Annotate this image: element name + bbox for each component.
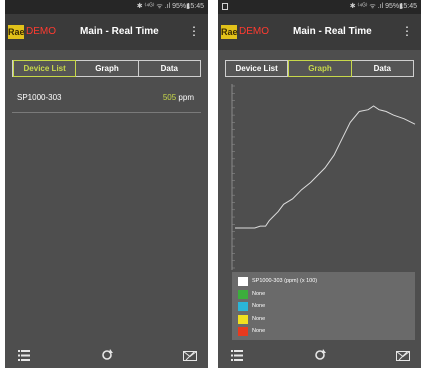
status-icons: ✱ ⁽⁴ᴳ⁾ ᯤ .ıl 95%▮ <box>136 3 190 10</box>
device-reading: 505 ppm <box>163 93 194 102</box>
status-time: 15:45 <box>186 3 204 10</box>
mail-icon[interactable] <box>396 351 410 363</box>
app-bar: Rae DEMO Main - Real Time ⋮ <box>218 14 421 50</box>
tab-graph[interactable]: Graph <box>288 60 352 77</box>
tab-data[interactable]: Data <box>139 61 200 76</box>
legend-label: None <box>252 303 266 309</box>
list-item[interactable]: SP1000-303 505 ppm <box>12 88 201 113</box>
tab-device-list[interactable]: Device List <box>226 61 289 76</box>
legend-label: None <box>252 328 266 334</box>
legend-swatch <box>238 315 248 324</box>
device-reading-unit: ppm <box>176 93 194 102</box>
notification-icon <box>222 3 228 10</box>
rae-logo: Rae <box>8 25 25 39</box>
status-icons: ✱ ⁽⁴ᴳ⁾ ᯤ .ıl 95%▮ <box>349 3 403 10</box>
mail-icon[interactable] <box>183 351 197 363</box>
rae-logo: Rae <box>221 25 238 39</box>
phone-device-list-screen: ✱ ⁽⁴ᴳ⁾ ᯤ .ıl 95%▮ 15:45 Rae DEMO Main - … <box>5 0 208 368</box>
series-line-sp1000-303 <box>235 105 416 229</box>
chart-legend: SP1000-303 (ppm) (x 100) None None None … <box>232 272 415 340</box>
bottom-bar <box>218 346 421 368</box>
device-reading-value: 505 <box>162 93 177 102</box>
device-name: SP1000-303 <box>17 93 62 102</box>
demo-label: DEMO <box>239 26 269 37</box>
status-bar: ✱ ⁽⁴ᴳ⁾ ᯤ .ıl 95%▮ 15:45 <box>218 0 421 14</box>
overflow-menu-icon[interactable]: ⋮ <box>188 24 200 38</box>
status-time: 15:45 <box>399 3 417 10</box>
tab-bar: Device List Graph Data <box>225 60 414 77</box>
tab-graph[interactable]: Graph <box>76 61 139 76</box>
bottom-bar <box>5 346 208 368</box>
refresh-icon[interactable] <box>314 349 326 363</box>
list-icon[interactable] <box>18 350 30 363</box>
legend-swatch <box>238 302 248 311</box>
page-title: Main - Real Time <box>293 26 372 37</box>
graph-svg <box>231 84 416 270</box>
legend-label: None <box>252 316 266 322</box>
realtime-graph <box>225 82 418 272</box>
status-bar: ✱ ⁽⁴ᴳ⁾ ᯤ .ıl 95%▮ 15:45 <box>5 0 208 14</box>
tab-data[interactable]: Data <box>352 61 413 76</box>
overflow-menu-icon[interactable]: ⋮ <box>401 24 413 38</box>
app-bar: Rae DEMO Main - Real Time ⋮ <box>5 14 208 50</box>
legend-swatch <box>238 277 248 286</box>
demo-label: DEMO <box>26 26 56 37</box>
legend-label: None <box>252 291 266 297</box>
phone-graph-screen: ✱ ⁽⁴ᴳ⁾ ᯤ .ıl 95%▮ 15:45 Rae DEMO Main - … <box>218 0 421 368</box>
legend-swatch <box>238 327 248 336</box>
legend-label: SP1000-303 (ppm) (x 100) <box>252 278 318 284</box>
tab-device-list[interactable]: Device List <box>13 60 77 77</box>
page-title: Main - Real Time <box>80 26 159 37</box>
legend-swatch <box>238 290 248 299</box>
refresh-icon[interactable] <box>101 349 113 363</box>
tab-bar: Device List Graph Data <box>12 60 201 77</box>
list-icon[interactable] <box>231 350 243 363</box>
